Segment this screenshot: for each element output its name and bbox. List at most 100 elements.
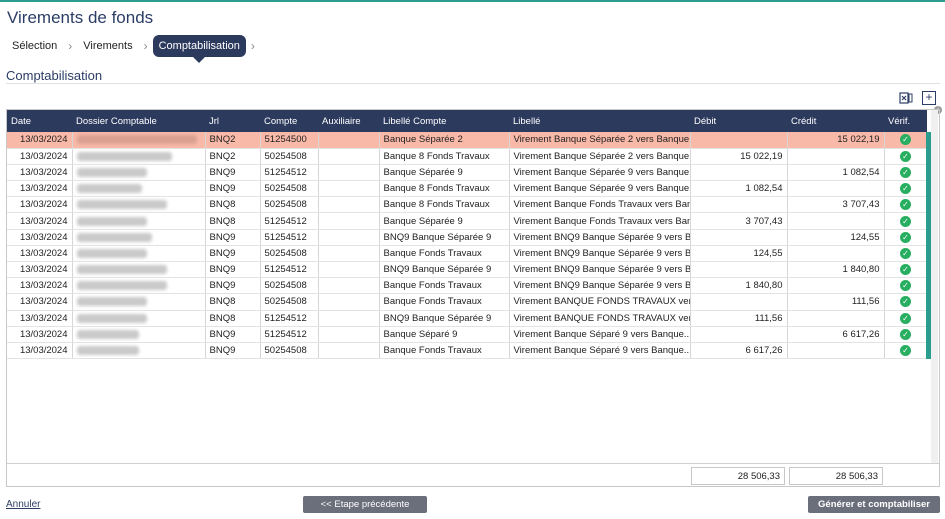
debit-cell: 1 840,80 <box>690 277 788 295</box>
debit-cell <box>690 293 788 311</box>
auxiliary-cell <box>318 310 380 327</box>
excel-export-icon[interactable] <box>899 91 913 105</box>
redacted-text <box>76 329 139 339</box>
verif-cell: ✓ <box>884 164 928 182</box>
total-debit: 28 506,33 <box>691 467 785 485</box>
redacted-text <box>76 232 152 242</box>
table-row[interactable]: 13/03/2024 BNQ9 51254512 BNQ9 Banque Séparé… <box>7 261 928 279</box>
table-row[interactable]: 13/03/2024 BNQ9 50254508 Banque 8 Fonds Tra… <box>7 180 928 198</box>
check-circle-icon: ✓ <box>900 312 911 324</box>
column-header[interactable]: Crédit <box>787 110 884 132</box>
generate-button[interactable]: Générer et comptabiliser <box>808 496 940 513</box>
page-title: Virements de fonds <box>7 8 154 27</box>
debit-cell <box>690 196 788 214</box>
vertical-scrollbar[interactable] <box>931 110 938 463</box>
label-cell: Virement BANQUE FONDS TRAVAUX ver... <box>509 310 691 327</box>
debit-cell: 3 707,43 <box>690 212 788 230</box>
section-title: Comptabilisation <box>6 68 103 83</box>
table-row[interactable]: 13/03/2024 BNQ8 51254512 Banque Séparée 9 Vi… <box>7 212 928 230</box>
column-header[interactable]: Dossier Comptable <box>72 110 205 132</box>
column-header[interactable]: Libellé <box>509 110 690 132</box>
account-cell: 51254512 <box>260 261 319 279</box>
account-label-cell: BNQ9 Banque Séparée 9 <box>379 229 510 246</box>
table-row[interactable]: 13/03/2024 BNQ9 50254508 Banque Fonds Trava… <box>7 245 928 263</box>
expand-icon[interactable]: + <box>922 91 936 105</box>
step-selection[interactable]: Sélection <box>6 40 63 52</box>
account-cell: 51254512 <box>260 164 319 182</box>
dossier-cell <box>72 245 206 263</box>
credit-cell <box>787 180 885 198</box>
account-label-cell: Banque Séparée 9 <box>379 164 510 182</box>
table-row[interactable]: 13/03/2024 BNQ2 51254500 Banque Séparée 2 Vi… <box>7 132 928 149</box>
check-circle-icon: ✓ <box>900 328 911 340</box>
column-header[interactable]: Débit <box>690 110 787 132</box>
auxiliary-cell <box>318 229 380 246</box>
dossier-cell <box>72 229 206 246</box>
account-label-cell: Banque Fonds Travaux <box>379 245 510 263</box>
label-cell: Virement Banque Séparé 9 vers Banque... <box>509 342 691 360</box>
check-circle-icon: ✓ <box>900 199 911 211</box>
credit-cell: 3 707,43 <box>787 196 885 214</box>
check-circle-icon: ✓ <box>900 150 911 162</box>
column-header[interactable]: Vérif. <box>884 110 927 132</box>
table-row[interactable]: 13/03/2024 BNQ8 50254508 Banque 8 Fonds Tra… <box>7 196 928 214</box>
step-virements[interactable]: Virements <box>77 40 138 52</box>
check-circle-icon: ✓ <box>900 296 911 308</box>
column-header[interactable]: Compte <box>260 110 318 132</box>
verif-cell: ✓ <box>884 342 928 360</box>
credit-cell: 111,56 <box>787 293 885 311</box>
cancel-link[interactable]: Annuler <box>6 499 40 510</box>
dossier-cell <box>72 310 206 327</box>
previous-step-button[interactable]: << Etape précédente <box>303 496 427 513</box>
journal-cell: BNQ2 <box>205 148 261 165</box>
date-cell: 13/03/2024 <box>7 277 73 295</box>
auxiliary-cell <box>318 261 380 279</box>
redacted-text <box>76 346 139 356</box>
table-row[interactable]: 13/03/2024 BNQ9 51254512 Banque Séparée 9 Vi… <box>7 164 928 182</box>
table-row[interactable]: 13/03/2024 BNQ9 50254508 Banque Fonds Trava… <box>7 342 928 360</box>
step-comptabilisation[interactable]: Comptabilisation <box>152 35 246 63</box>
verif-cell: ✓ <box>884 180 928 198</box>
table-row[interactable]: 13/03/2024 BNQ8 50254508 Banque Fonds Trava… <box>7 293 928 311</box>
column-header[interactable]: Libellé Compte <box>379 110 509 132</box>
debit-cell <box>690 326 788 343</box>
debit-cell <box>690 164 788 182</box>
chevron-right-icon: › <box>68 39 73 53</box>
verif-cell: ✓ <box>884 229 928 246</box>
credit-cell: 6 617,26 <box>787 326 885 343</box>
account-label-cell: Banque 8 Fonds Travaux <box>379 148 510 165</box>
accounting-grid: Date Dossier Comptable Jrl Compte Auxili… <box>6 109 940 487</box>
label-cell: Virement BANQUE FONDS TRAVAUX ver... <box>509 293 691 311</box>
redacted-text <box>76 265 167 275</box>
column-header[interactable]: Jrl <box>205 110 260 132</box>
verif-cell: ✓ <box>884 277 928 295</box>
date-cell: 13/03/2024 <box>7 310 73 327</box>
account-cell: 50254508 <box>260 342 319 360</box>
table-row[interactable]: 13/03/2024 BNQ9 51254512 Banque Séparé 9 Vir… <box>7 326 928 343</box>
label-cell: Virement BNQ9 Banque Séparée 9 vers B... <box>509 277 691 295</box>
journal-cell: BNQ9 <box>205 326 261 343</box>
auxiliary-cell <box>318 148 380 165</box>
auxiliary-cell <box>318 342 380 360</box>
auxiliary-cell <box>318 245 380 263</box>
redacted-text <box>76 151 172 161</box>
table-row[interactable]: 13/03/2024 BNQ9 50254508 Banque Fonds Trava… <box>7 277 928 295</box>
credit-cell: 124,55 <box>787 229 885 246</box>
table-row[interactable]: 13/03/2024 BNQ2 50254508 Banque 8 Fonds Tra… <box>7 148 928 165</box>
account-cell: 51254512 <box>260 310 319 327</box>
journal-cell: BNQ9 <box>205 245 261 263</box>
column-header[interactable]: Date <box>7 110 72 132</box>
check-circle-icon: ✓ <box>900 247 911 259</box>
column-header[interactable]: Auxiliaire <box>318 110 379 132</box>
date-cell: 13/03/2024 <box>7 132 73 149</box>
auxiliary-cell <box>318 196 380 214</box>
redacted-text <box>76 313 147 323</box>
table-row[interactable]: 13/03/2024 BNQ8 51254512 BNQ9 Banque Séparé… <box>7 310 928 327</box>
dossier-cell <box>72 326 206 343</box>
table-row[interactable]: 13/03/2024 BNQ9 51254512 BNQ9 Banque Séparé… <box>7 229 928 246</box>
verif-cell: ✓ <box>884 293 928 311</box>
credit-cell: 1 082,54 <box>787 164 885 182</box>
redacted-text <box>76 184 142 194</box>
label-cell: Virement BNQ9 Banque Séparée 9 vers B... <box>509 245 691 263</box>
dossier-cell <box>72 212 206 230</box>
